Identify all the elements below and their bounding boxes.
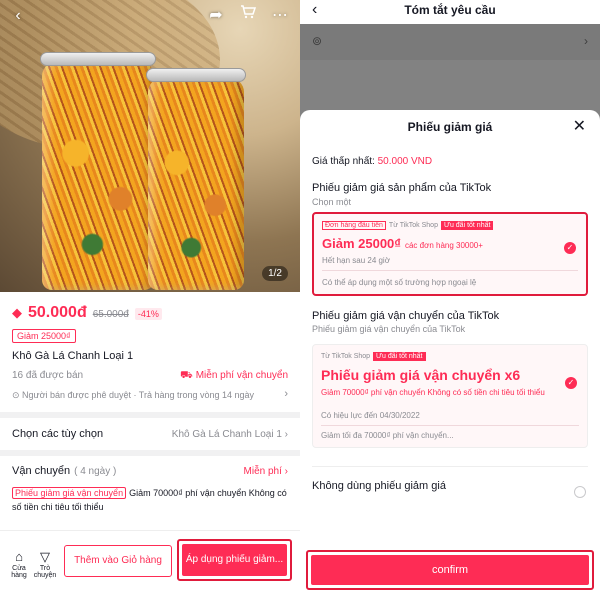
header: ‹ Tóm tắt yêu cầu [300,0,600,24]
truck-icon: ⛟ [180,370,193,381]
price-row: ◆ 50.000đ 65.000đ -41% [12,304,162,322]
shipping-free[interactable]: Miễn phí › [244,466,288,477]
voucher-amount: Giảm 25000₫ các đơn hàng 30000+ [322,236,483,251]
product-coupon-section-sub: Chọn một [312,197,352,207]
check-icon[interactable]: ✓ [564,242,576,254]
confirm-highlight: confirm [306,550,594,590]
voucher-shipping[interactable]: Từ TikTok Shop Ưu đãi tốt nhất Phiếu giảm… [312,344,588,448]
chat-button[interactable]: ▽ Trò chuyện [30,549,60,579]
voucher-note: Có thể áp dụng một số trường hợp ngoại l… [322,278,477,287]
location-pin-icon: ⊚ [312,34,323,48]
coupon-tag[interactable]: Giảm 25000₫ [12,329,76,343]
voucher-title: Phiếu giảm giá vận chuyển x6 [321,367,521,383]
no-coupon-radio[interactable] [574,486,586,498]
min-price: Giá thấp nhất: 50.000 VND [312,156,433,167]
shipping-coupon-section-title: Phiếu giảm giá vận chuyển của TikTok [312,310,500,322]
product-page: ‹ ➦ ⋯ 1/2 ◆ 50.000đ 65.000đ -41% Giảm 25… [0,0,300,600]
voucher-tags: Từ TikTok Shop Ưu đãi tốt nhất [321,352,426,361]
options-value[interactable]: Khô Gà Lá Chanh Loại 1 › [172,429,288,440]
product-coupon-section-title: Phiếu giảm giá sản phẩm của TikTok [312,182,492,194]
voucher-tags: Đơn hàng đầu tiên Từ TikTok Shop Ưu đãi tố… [322,221,494,230]
cart-icon[interactable] [236,4,260,28]
share-icon[interactable]: ➦ [204,4,228,28]
voucher-expiry: Hết hạn sau 24 giờ [322,256,390,265]
product-name: Khô Gà Lá Chanh Loại 1 [12,350,134,362]
divider [0,412,300,418]
jar-image-right [146,68,246,290]
sheet-title: Phiếu giảm giá [407,120,493,134]
voucher-product[interactable]: Đơn hàng đầu tiên Từ TikTok Shop Ưu đãi tố… [312,212,588,296]
shipping-coupon-tag: Phiếu giảm giá vận chuyển [12,487,127,499]
apply-coupon-button[interactable]: Áp dụng phiếu giảm... [182,544,287,576]
add-to-cart-button[interactable]: Thêm vào Giỏ hàng [64,545,172,577]
back-icon[interactable]: ‹ [6,4,30,28]
chat-icon: ▽ [40,549,50,564]
current-price: 50.000đ [28,304,87,321]
sold-count: 16 đã được bán [12,370,84,381]
coupon-screen: ‹ Tóm tắt yêu cầu ⊚ › Phiếu giảm giá ✕ G… [300,0,600,600]
price-tag-icon: ◆ [12,305,22,320]
no-coupon-option[interactable]: Không dùng phiếu giảm giá [312,480,446,492]
discount-badge: -41% [134,308,162,320]
close-icon[interactable]: ✕ [573,116,586,136]
product-image[interactable] [0,0,300,292]
voucher-validity: Có hiệu lực đến 04/30/2022 [321,411,420,420]
original-price: 65.000đ [92,309,129,320]
voucher-max: Giảm tối đa 70000₫ phí vận chuyển... [321,431,454,440]
page-title: Tóm tắt yêu cầu [404,3,496,17]
shipping-label: Vận chuyển( 4 ngày ) [12,465,117,477]
confirm-button[interactable]: confirm [311,555,589,585]
shipping-coupon-info: Phiếu giảm giá vận chuyển Giảm 70000₫ phí… [12,487,287,512]
free-shipping-label: ⛟ Miễn phí vận chuyển [180,370,288,381]
coupon-sheet: Phiếu giảm giá ✕ Giá thấp nhất: 50.000 V… [300,110,600,600]
check-icon[interactable]: ✓ [565,377,577,389]
bottom-action-bar: ⌂ Cửa hàng ▽ Trò chuyện Thêm vào Giỏ hàn… [0,530,300,600]
apply-coupon-highlight: Áp dụng phiếu giảm... [177,539,292,581]
shield-icon: ⊙ [12,390,23,400]
address-row[interactable]: ⊚ › [300,24,600,60]
shipping-days: ( 4 ngày ) [74,466,117,477]
jar-image-left [40,52,156,290]
image-counter: 1/2 [262,266,288,281]
voucher-desc: Giảm 70000₫ phí vận chuyển Không có số t… [321,388,545,397]
chevron-right-icon: › [584,34,588,48]
chevron-right-icon[interactable]: › [284,388,288,400]
seller-approved[interactable]: ⊙ Người bán được phê duyệt · Trả hàng tr… [12,390,254,401]
shipping-coupon-section-sub: Phiếu giảm giá vận chuyển của TikTok [312,324,466,334]
more-icon[interactable]: ⋯ [268,4,292,28]
options-label[interactable]: Chọn các tùy chọn [12,428,103,440]
divider [0,450,300,456]
